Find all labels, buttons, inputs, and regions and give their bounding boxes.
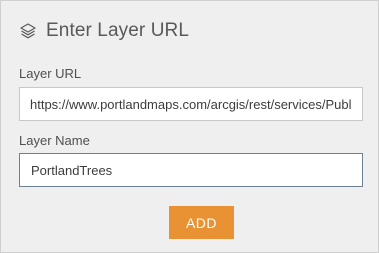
add-button[interactable]: ADD: [169, 206, 234, 239]
layer-name-label: Layer Name: [19, 133, 90, 148]
layer-url-label: Layer URL: [19, 66, 82, 81]
layer-name-input[interactable]: [19, 153, 363, 187]
enter-layer-url-panel: Enter Layer URL Layer URL Layer Name ADD: [0, 0, 379, 253]
panel-header: Enter Layer URL: [19, 18, 189, 44]
panel-title: Enter Layer URL: [46, 20, 190, 41]
layer-url-input[interactable]: [19, 87, 363, 121]
layers-icon: [19, 22, 37, 40]
